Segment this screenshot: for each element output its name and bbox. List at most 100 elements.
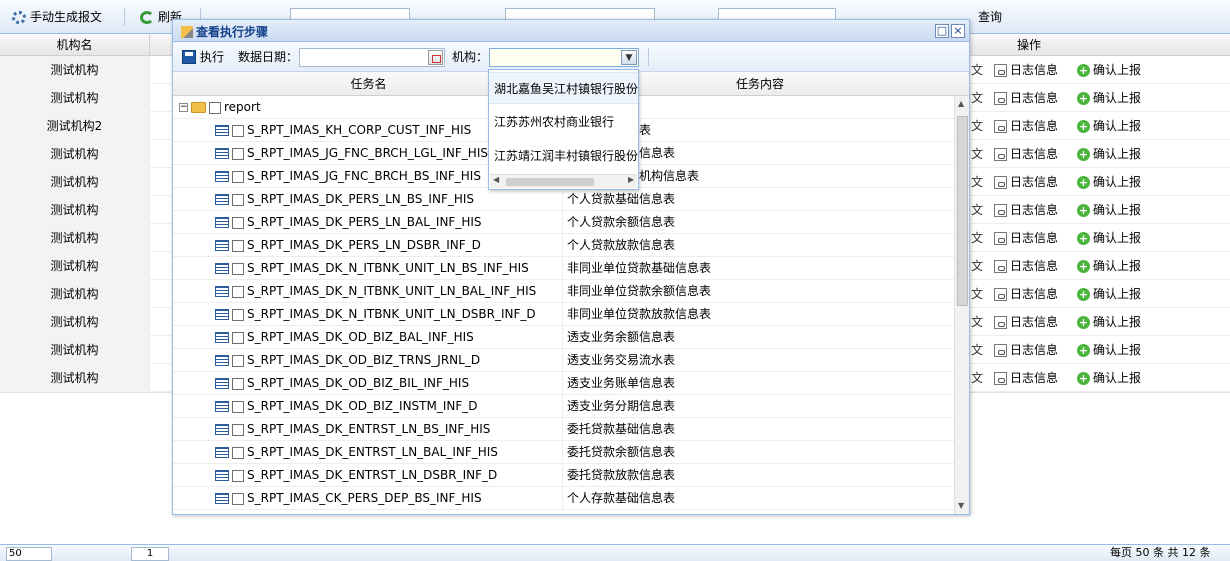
log-info-link[interactable]: 日志信息 bbox=[994, 62, 1058, 78]
chevron-down-icon[interactable]: ▼ bbox=[621, 50, 637, 65]
task-content: 非同业单位贷款基础信息表 bbox=[567, 261, 712, 275]
checkbox[interactable] bbox=[232, 377, 244, 390]
checkbox[interactable] bbox=[209, 101, 221, 114]
execute-button[interactable]: 执行 bbox=[182, 46, 224, 68]
confirm-report-link[interactable]: + 确认上报 bbox=[1077, 342, 1141, 358]
checkbox[interactable] bbox=[232, 331, 244, 344]
task-row[interactable]: S_RPT_IMAS_DK_PERS_LN_DSBR_INF_D 个人贷款放款信息… bbox=[173, 234, 954, 257]
log-info-link[interactable]: 日志信息 bbox=[994, 370, 1058, 386]
confirm-report-link[interactable]: + 确认上报 bbox=[1077, 258, 1141, 274]
dialog-vertical-scrollbar[interactable]: ▲ ▼ bbox=[954, 96, 969, 514]
log-info-link[interactable]: 日志信息 bbox=[994, 286, 1058, 302]
scroll-up-icon[interactable]: ▲ bbox=[958, 99, 964, 108]
save-disk-icon bbox=[182, 50, 196, 64]
log-icon bbox=[994, 343, 1007, 357]
checkbox[interactable] bbox=[232, 170, 244, 183]
page-number-input[interactable]: 1 bbox=[131, 547, 169, 561]
task-row[interactable]: S_RPT_IMAS_DK_N_ITBNK_UNIT_LN_BAL_INF_HI… bbox=[173, 280, 954, 303]
scrollbar-thumb[interactable] bbox=[957, 116, 968, 306]
task-list-icon bbox=[215, 263, 229, 274]
org-name-cell: 测试机构 bbox=[0, 56, 150, 84]
org-name-cell: 测试机构 bbox=[0, 196, 150, 224]
log-info-link[interactable]: 日志信息 bbox=[994, 174, 1058, 190]
checkbox[interactable] bbox=[232, 400, 244, 413]
task-row[interactable]: S_RPT_IMAS_DK_N_ITBNK_UNIT_LN_BS_INF_HIS… bbox=[173, 257, 954, 280]
checkbox[interactable] bbox=[232, 469, 244, 482]
calendar-icon[interactable] bbox=[428, 50, 443, 65]
checkbox[interactable] bbox=[232, 423, 244, 436]
partial-text: 文 bbox=[971, 175, 984, 189]
checkbox[interactable] bbox=[232, 147, 244, 160]
scroll-left-icon[interactable]: ◀ bbox=[493, 175, 499, 184]
confirm-report-link[interactable]: + 确认上报 bbox=[1077, 174, 1141, 190]
task-row[interactable]: S_RPT_IMAS_DK_ENTRST_LN_BAL_INF_HIS 委托贷款余… bbox=[173, 441, 954, 464]
close-icon[interactable]: × bbox=[951, 24, 965, 38]
confirm-report-link[interactable]: + 确认上报 bbox=[1077, 118, 1141, 134]
checkbox[interactable] bbox=[232, 239, 244, 252]
log-info-label: 日志信息 bbox=[1010, 371, 1059, 385]
confirm-report-link[interactable]: + 确认上报 bbox=[1077, 62, 1141, 78]
log-info-link[interactable]: 日志信息 bbox=[994, 258, 1058, 274]
task-content: 透支业务交易流水表 bbox=[567, 353, 676, 367]
checkbox[interactable] bbox=[232, 262, 244, 275]
task-row[interactable]: S_RPT_IMAS_DK_PERS_LN_BAL_INF_HIS 个人贷款余额信… bbox=[173, 211, 954, 234]
scrollbar-thumb[interactable] bbox=[506, 178, 594, 186]
checkbox[interactable] bbox=[232, 354, 244, 367]
task-row[interactable]: S_RPT_IMAS_DK_PERS_LN_BS_INF_HIS 个人贷款基础信息… bbox=[173, 188, 954, 211]
collapse-icon[interactable]: − bbox=[179, 103, 188, 112]
task-row[interactable]: S_RPT_IMAS_DK_OD_BIZ_TRNS_JRNL_D 透支业务交易流水… bbox=[173, 349, 954, 372]
task-row[interactable]: S_RPT_IMAS_CK_PERS_DEP_BS_INF_HIS 个人存款基础信… bbox=[173, 487, 954, 510]
log-info-link[interactable]: 日志信息 bbox=[994, 202, 1058, 218]
plus-circle-icon: + bbox=[1077, 91, 1090, 105]
log-info-link[interactable]: 日志信息 bbox=[994, 118, 1058, 134]
data-date-field[interactable] bbox=[299, 48, 445, 67]
dropdown-horizontal-scrollbar[interactable]: ◀ ▶ bbox=[490, 174, 637, 188]
checkbox[interactable] bbox=[232, 193, 244, 206]
task-name: S_RPT_IMAS_DK_N_ITBNK_UNIT_LN_DSBR_INF_D bbox=[247, 307, 536, 321]
task-row[interactable]: S_RPT_IMAS_DK_ENTRST_LN_BS_INF_HIS 委托贷款基础… bbox=[173, 418, 954, 441]
dropdown-option[interactable]: 江苏苏州农村商业银行 bbox=[489, 106, 638, 138]
task-name: S_RPT_IMAS_DK_ENTRST_LN_DSBR_INF_D bbox=[247, 468, 498, 482]
plus-circle-icon: + bbox=[1077, 63, 1090, 77]
log-info-link[interactable]: 日志信息 bbox=[994, 342, 1058, 358]
task-row[interactable]: S_RPT_IMAS_DK_ENTRST_LN_DSBR_INF_D 委托贷款放款… bbox=[173, 464, 954, 487]
checkbox[interactable] bbox=[232, 124, 244, 137]
manual-generate-button[interactable]: 手动生成报文 bbox=[12, 6, 102, 28]
confirm-report-link[interactable]: + 确认上报 bbox=[1077, 202, 1141, 218]
maximize-icon[interactable]: □ bbox=[935, 24, 949, 38]
task-row[interactable]: S_RPT_IMAS_DK_OD_BIZ_BIL_INF_HIS 透支业务账单信息… bbox=[173, 372, 954, 395]
col-org-name[interactable]: 机构名 bbox=[0, 34, 150, 56]
scroll-right-icon[interactable]: ▶ bbox=[628, 175, 634, 184]
partial-text: 文 bbox=[971, 91, 984, 105]
confirm-report-link[interactable]: + 确认上报 bbox=[1077, 314, 1141, 330]
checkbox[interactable] bbox=[232, 446, 244, 459]
confirm-report-link[interactable]: + 确认上报 bbox=[1077, 146, 1141, 162]
checkbox[interactable] bbox=[232, 308, 244, 321]
checkbox[interactable] bbox=[232, 492, 244, 505]
task-name: S_RPT_IMAS_DK_OD_BIZ_BIL_INF_HIS bbox=[247, 376, 470, 390]
search-button[interactable]: 查询 bbox=[978, 6, 1002, 28]
task-row[interactable]: S_RPT_IMAS_DK_OD_BIZ_BAL_INF_HIS 透支业务余额信息… bbox=[173, 326, 954, 349]
checkbox[interactable] bbox=[232, 285, 244, 298]
partial-text: 文 bbox=[971, 231, 984, 245]
org-combobox[interactable]: ▼ bbox=[489, 48, 639, 67]
confirm-report-link[interactable]: + 确认上报 bbox=[1077, 230, 1141, 246]
task-row[interactable]: S_RPT_IMAS_DK_N_ITBNK_UNIT_LN_DSBR_INF_D… bbox=[173, 303, 954, 326]
confirm-report-link[interactable]: + 确认上报 bbox=[1077, 90, 1141, 106]
confirm-report-link[interactable]: + 确认上报 bbox=[1077, 370, 1141, 386]
scroll-down-icon[interactable]: ▼ bbox=[958, 501, 964, 510]
log-info-link[interactable]: 日志信息 bbox=[994, 314, 1058, 330]
log-info-link[interactable]: 日志信息 bbox=[994, 146, 1058, 162]
dialog-titlebar[interactable]: 查看执行步骤 □ × bbox=[173, 20, 969, 42]
page-size-select[interactable]: 50 bbox=[6, 547, 52, 561]
confirm-report-link[interactable]: + 确认上报 bbox=[1077, 286, 1141, 302]
task-list-icon bbox=[215, 286, 229, 297]
task-row[interactable]: S_RPT_IMAS_DK_OD_BIZ_INSTM_INF_D 透支业务分期信息… bbox=[173, 395, 954, 418]
log-info-link[interactable]: 日志信息 bbox=[994, 90, 1058, 106]
dropdown-option[interactable]: 湖北嘉鱼吴江村镇银行股份 bbox=[489, 72, 638, 104]
dropdown-option[interactable]: 江苏靖江润丰村镇银行股份 bbox=[489, 140, 638, 172]
log-info-link[interactable]: 日志信息 bbox=[994, 230, 1058, 246]
task-content: 个人存款基础信息表 bbox=[567, 491, 676, 505]
task-list-icon bbox=[215, 355, 229, 366]
checkbox[interactable] bbox=[232, 216, 244, 229]
